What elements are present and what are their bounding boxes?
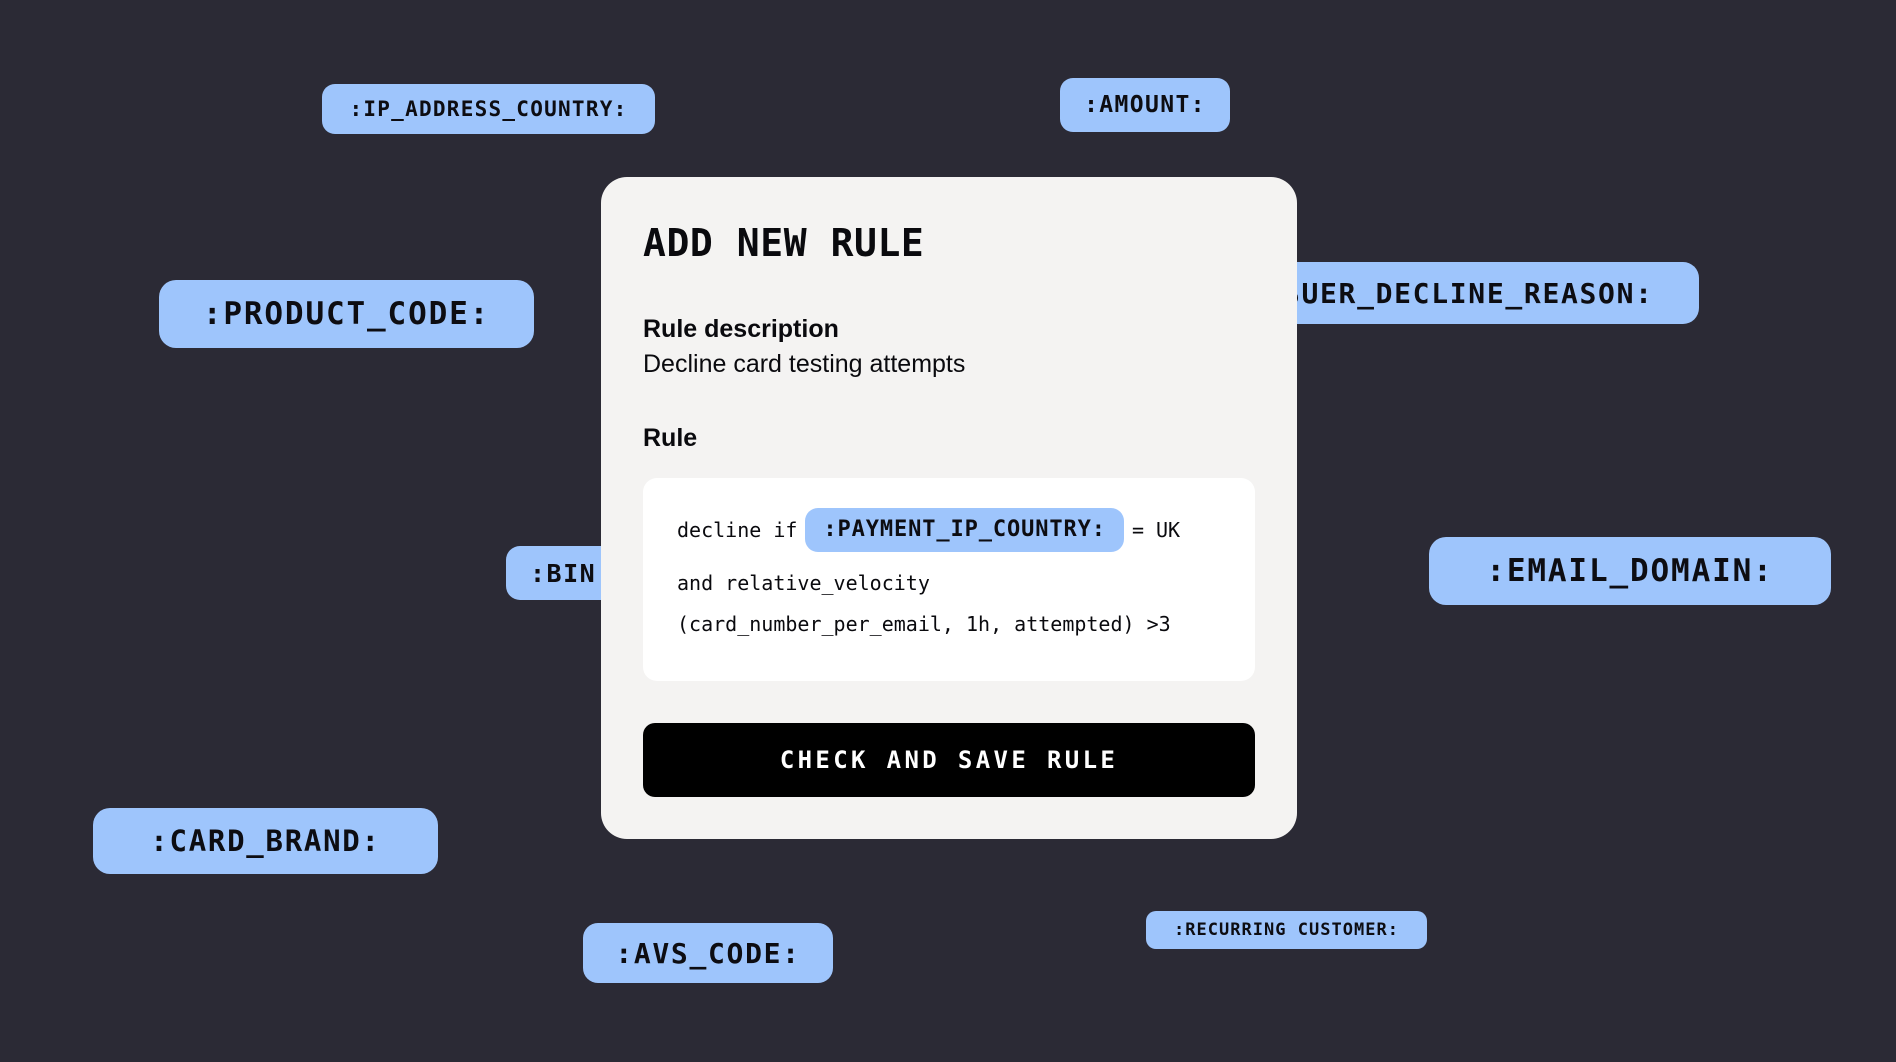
variable-chip-product-code[interactable]: :PRODUCT_CODE:	[159, 280, 534, 348]
rule-expression-editor[interactable]: decline if :PAYMENT_IP_COUNTRY: = UK and…	[643, 477, 1255, 681]
rule-expression-line-3: (card_number_per_email, 1h, attempted) >…	[677, 614, 1221, 634]
variable-chip-recurring-customer[interactable]: :RECURRING CUSTOMER:	[1146, 911, 1427, 949]
rule-description-value[interactable]: Decline card testing attempts	[643, 348, 1255, 381]
rule-token-equals-uk: = UK	[1131, 517, 1181, 542]
rule-builder-canvas: :IP_ADDRESS_COUNTRY: :AMOUNT: :PRODUCT_C…	[0, 0, 1896, 1062]
page-title: ADD NEW RULE	[643, 221, 925, 265]
rule-expression-line-2: and relative_velocity	[677, 573, 1221, 593]
variable-chip-card-brand[interactable]: :CARD_BRAND:	[93, 808, 438, 874]
rule-token-decline-if: decline if	[677, 517, 798, 542]
variable-chip-ip-address-country[interactable]: :IP_ADDRESS_COUNTRY:	[322, 84, 655, 134]
rule-label: Rule	[643, 423, 698, 452]
rule-token-relative-velocity: and relative_velocity	[677, 570, 930, 595]
variable-chip-payment-ip-country[interactable]: :PAYMENT_IP_COUNTRY:	[805, 507, 1124, 552]
variable-chip-avs-code[interactable]: :AVS_CODE:	[583, 923, 833, 983]
rule-description-label: Rule description	[643, 314, 839, 343]
rule-expression-line-1: decline if :PAYMENT_IP_COUNTRY: = UK	[677, 507, 1221, 552]
add-rule-card: ADD NEW RULE Rule description Decline ca…	[601, 177, 1297, 839]
rule-token-velocity-args: (card_number_per_email, 1h, attempted) >…	[677, 611, 1171, 636]
check-and-save-rule-button[interactable]: CHECK AND SAVE RULE	[643, 722, 1255, 797]
variable-chip-email-domain[interactable]: :EMAIL_DOMAIN:	[1429, 537, 1831, 605]
variable-chip-amount[interactable]: :AMOUNT:	[1060, 78, 1230, 132]
